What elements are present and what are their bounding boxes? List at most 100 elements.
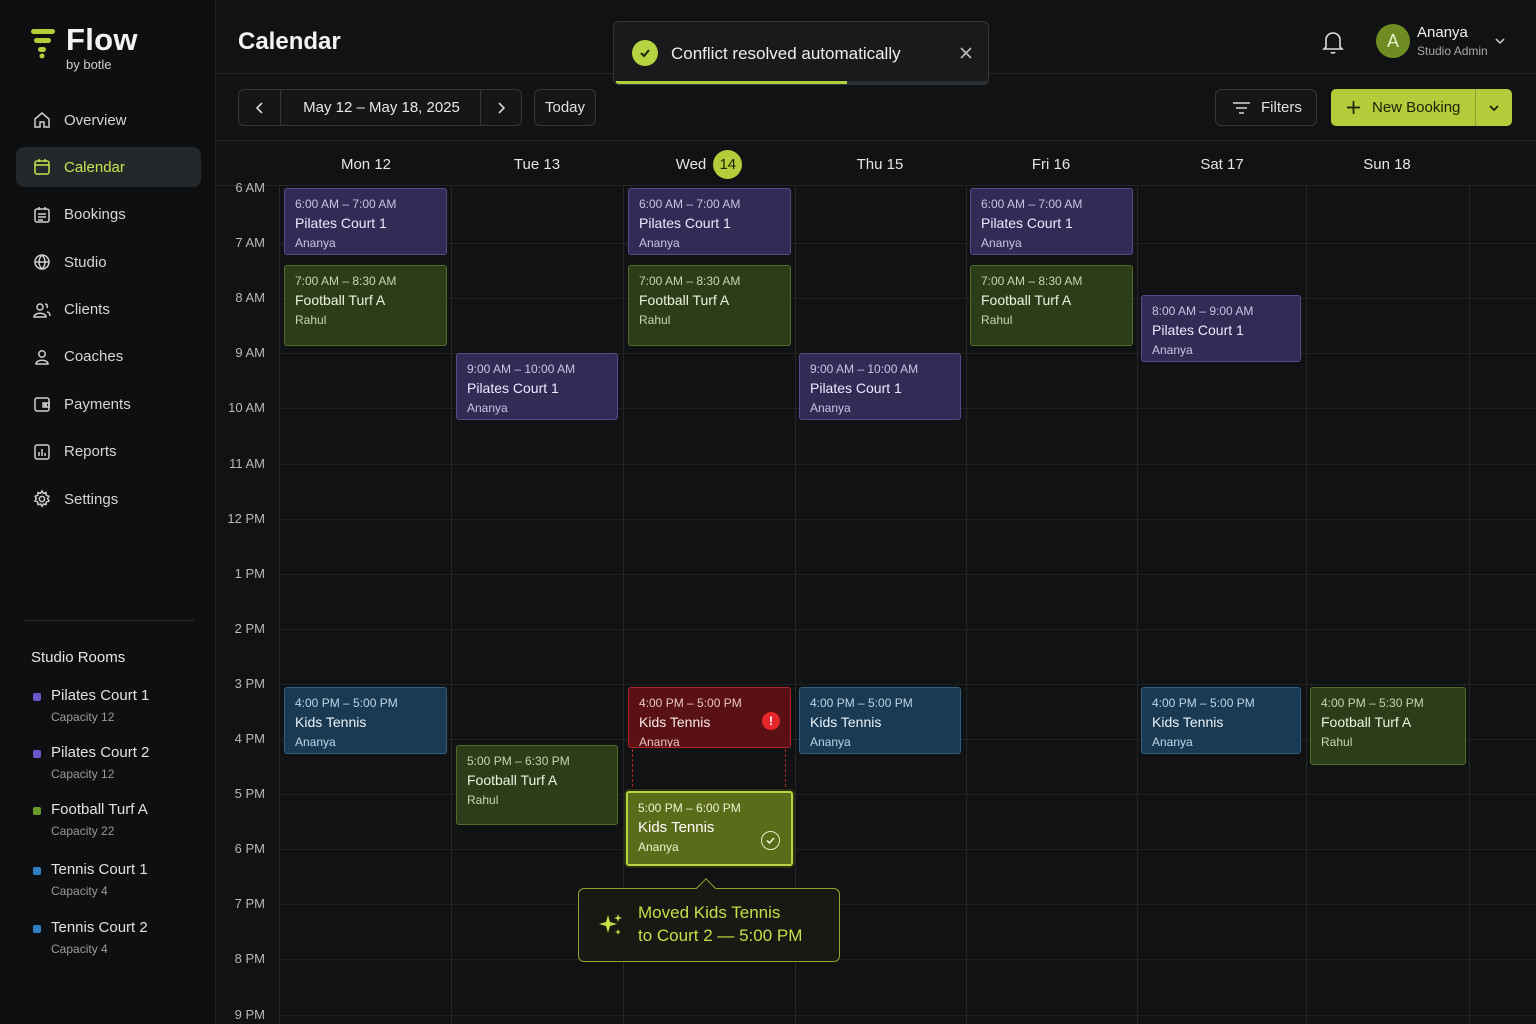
- grid-hour-line: [279, 628, 1536, 630]
- today-button[interactable]: Today: [534, 89, 596, 126]
- day-header-mon[interactable]: Mon 12: [281, 150, 451, 178]
- home-icon: [32, 110, 52, 130]
- sidebar-nav: Overview Calendar Bookings Studio Client…: [16, 100, 201, 527]
- grid-hour-line: [279, 298, 1536, 300]
- day-header-sat[interactable]: Sat 17: [1137, 150, 1307, 178]
- event-person: Rahul: [467, 792, 499, 807]
- user-name: Ananya: [1417, 24, 1468, 41]
- new-booking-label: New Booking: [1372, 99, 1461, 116]
- event-time: 4:00 PM – 5:00 PM: [1152, 695, 1255, 710]
- sidebar-item-calendar[interactable]: Calendar: [16, 147, 201, 188]
- sidebar-item-label: Studio: [64, 253, 107, 271]
- day-header-wed[interactable]: Wed 14: [624, 149, 794, 179]
- event-time: 6:00 AM – 7:00 AM: [295, 197, 397, 211]
- grid-hour-line: [279, 959, 1536, 961]
- sidebar-item-payments[interactable]: Payments: [16, 384, 201, 424]
- sidebar-item-label: Coaches: [64, 348, 124, 366]
- filters-button[interactable]: Filters: [1215, 89, 1317, 126]
- event-person: Ananya: [467, 401, 508, 416]
- close-icon[interactable]: [957, 44, 975, 62]
- day-header-fri[interactable]: Fri 16: [966, 150, 1136, 178]
- event-time: 8:00 AM – 9:00 AM: [1152, 304, 1254, 319]
- calendar-event[interactable]: 4:00 PM – 5:30 PM Football Turf A Rahul: [1310, 686, 1466, 765]
- room-item-pilates-court-2[interactable]: Pilates Court 2 Capacity 12: [31, 744, 201, 788]
- popover-line-2: to Court 2 — 5:00 PM: [638, 926, 803, 945]
- room-item-tennis-court-2[interactable]: Tennis Court 2 Capacity 4: [31, 919, 201, 963]
- previous-week-button[interactable]: [239, 90, 281, 125]
- sidebar-item-reports[interactable]: Reports: [16, 432, 201, 472]
- event-person: Rahul: [981, 313, 1013, 328]
- next-week-button[interactable]: [480, 90, 521, 125]
- room-item-football-turf-a[interactable]: Football Turf A Capacity 22: [31, 801, 201, 845]
- sidebar-item-coaches[interactable]: Coaches: [16, 337, 201, 377]
- time-label: 12 PM: [227, 510, 265, 526]
- event-person: Rahul: [1321, 734, 1353, 749]
- sidebar-item-overview[interactable]: Overview: [16, 100, 201, 140]
- new-booking-dropdown-button[interactable]: [1475, 89, 1512, 126]
- event-time: 7:00 AM – 8:30 AM: [295, 274, 397, 289]
- user-icon: [32, 347, 52, 367]
- event-title: Pilates Court 1: [1152, 322, 1244, 339]
- event-title: Football Turf A: [639, 292, 730, 309]
- calendar-event[interactable]: 7:00 AM – 8:30 AM Football Turf A Rahul: [628, 265, 791, 346]
- event-title: Kids Tennis: [1152, 713, 1224, 730]
- event-title: Pilates Court 1: [810, 380, 902, 397]
- grid-hour-line: [279, 1014, 1536, 1016]
- studio-rooms-title: Studio Rooms: [31, 649, 126, 666]
- calendar-event[interactable]: 6:00 AM – 7:00 AM Pilates Court 1 Ananya: [284, 188, 447, 255]
- event-time: 9:00 AM – 10:00 AM: [810, 362, 919, 377]
- calendar-event[interactable]: 7:00 AM – 8:30 AM Football Turf A Rahul: [284, 265, 447, 346]
- conflict-connector-right: [785, 749, 786, 787]
- time-label: 6 AM: [235, 180, 265, 195]
- date-range-navigator: May 12 – May 18, 2025: [238, 89, 522, 126]
- calendar-event[interactable]: 4:00 PM – 5:00 PM Kids Tennis Ananya: [799, 686, 961, 754]
- brand[interactable]: Flow by botle: [30, 22, 190, 76]
- chevron-down-icon[interactable]: [1493, 34, 1507, 48]
- room-color-dot: [33, 925, 41, 933]
- event-person: Ananya: [810, 401, 851, 416]
- calendar-event[interactable]: 9:00 AM – 10:00 AM Pilates Court 1 Ananya: [456, 353, 618, 421]
- sidebar-item-label: Clients: [64, 301, 110, 319]
- room-color-dot: [33, 750, 41, 758]
- chevron-left-icon: [255, 101, 263, 114]
- calendar-event[interactable]: 9:00 AM – 10:00 AM Pilates Court 1 Ananya: [799, 353, 961, 421]
- event-time: 5:00 PM – 6:00 PM: [638, 801, 741, 816]
- calendar-event[interactable]: 4:00 PM – 5:00 PM Kids Tennis Ananya!: [628, 686, 791, 748]
- sidebar-divider: [24, 620, 194, 621]
- event-time: 4:00 PM – 5:00 PM: [810, 695, 913, 710]
- event-title: Football Turf A: [295, 292, 386, 309]
- calendar-event[interactable]: 7:00 AM – 8:30 AM Football Turf A Rahul: [970, 265, 1133, 346]
- calendar-event[interactable]: 4:00 PM – 5:00 PM Kids Tennis Ananya: [284, 686, 447, 754]
- chevron-right-icon: [498, 101, 506, 114]
- grid-hour-line: [279, 518, 1536, 520]
- calendar-event[interactable]: 8:00 AM – 9:00 AM Pilates Court 1 Ananya: [1141, 295, 1301, 363]
- date-range-label[interactable]: May 12 – May 18, 2025: [282, 90, 481, 125]
- day-header-thu[interactable]: Thu 15: [795, 150, 965, 178]
- page-title: Calendar: [238, 28, 341, 55]
- calendar-event[interactable]: 6:00 AM – 7:00 AM Pilates Court 1 Ananya: [628, 188, 791, 255]
- toast-message: Conflict resolved automatically: [671, 44, 901, 63]
- new-booking-button[interactable]: New Booking: [1331, 89, 1475, 126]
- time-label: 5 PM: [234, 786, 265, 802]
- avatar[interactable]: A: [1376, 24, 1410, 58]
- day-header-tue[interactable]: Tue 13: [452, 150, 622, 178]
- event-title: Football Turf A: [1321, 713, 1412, 730]
- room-item-tennis-court-1[interactable]: Tennis Court 1 Capacity 4: [31, 861, 201, 905]
- sidebar-item-label: Payments: [64, 395, 131, 413]
- calendar-event[interactable]: 5:00 PM – 6:30 PM Football Turf A Rahul: [456, 744, 618, 826]
- event-person: Ananya: [810, 734, 851, 749]
- day-label: Sun 18: [1363, 155, 1411, 173]
- calendar-event[interactable]: 5:00 PM – 6:00 PM Kids Tennis Ananya: [626, 791, 793, 867]
- room-capacity: Capacity 4: [51, 942, 108, 956]
- calendar-event[interactable]: 6:00 AM – 7:00 AM Pilates Court 1 Ananya: [970, 188, 1133, 255]
- sidebar-item-studio[interactable]: Studio: [16, 242, 201, 282]
- sidebar-item-bookings[interactable]: Bookings: [16, 195, 201, 235]
- sidebar-item-settings[interactable]: Settings: [16, 479, 201, 519]
- room-item-pilates-court-1[interactable]: Pilates Court 1 Capacity 12: [31, 687, 201, 731]
- move-summary-popover: Moved Kids Tennis to Court 2 — 5:00 PM: [578, 878, 840, 962]
- sidebar-item-clients[interactable]: Clients: [16, 290, 201, 330]
- bell-icon[interactable]: [1321, 29, 1345, 55]
- today-date-badge: 14: [713, 149, 743, 179]
- day-header-sun[interactable]: Sun 18: [1302, 150, 1472, 178]
- calendar-event[interactable]: 4:00 PM – 5:00 PM Kids Tennis Ananya: [1141, 686, 1301, 754]
